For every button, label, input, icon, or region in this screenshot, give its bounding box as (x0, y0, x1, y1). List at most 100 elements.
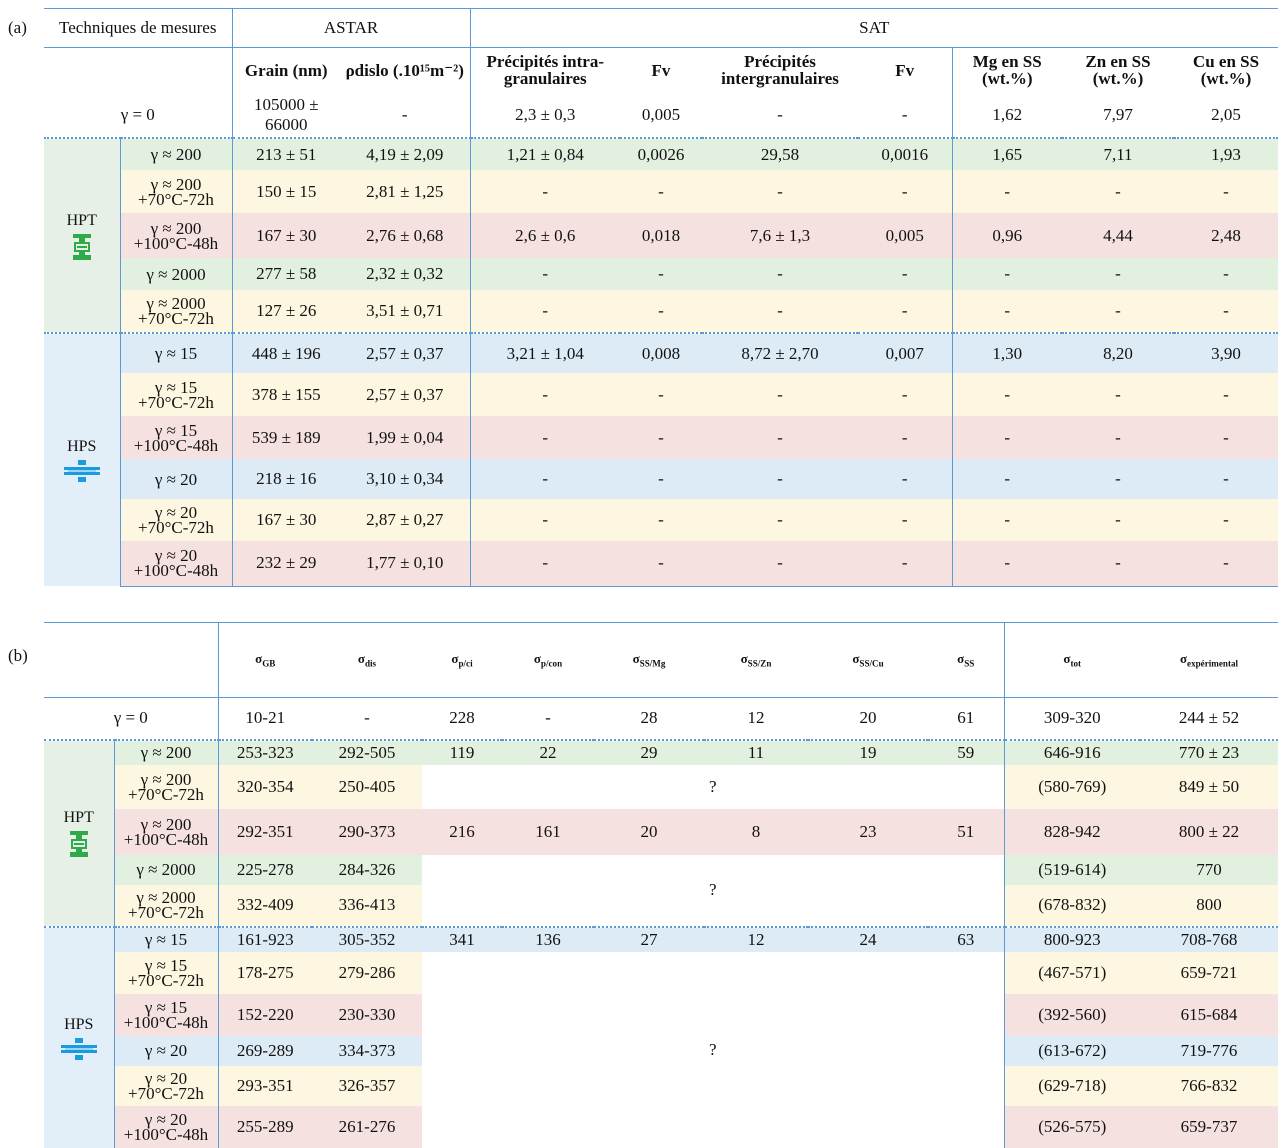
col-rho: ρdislo (.10¹⁵m⁻²) (340, 47, 470, 92)
cell: - (469, 541, 620, 587)
cell: (467-571) (1003, 951, 1140, 994)
cell: 61 (928, 697, 1004, 740)
cell: 290-373 (312, 808, 422, 855)
table-row: γ ≈ 15 +70°C-72h 178-275 279-286? (467-571) 6… (44, 951, 1278, 1148)
row-label-treatment: +70°C-72h (128, 903, 204, 922)
cell: 0,005 (858, 213, 952, 258)
header-sat: SAT (469, 8, 1278, 48)
cell: 770 (1140, 854, 1278, 885)
row-label: γ ≈ 200 (114, 738, 218, 765)
cell: - (858, 416, 952, 459)
cell: - (951, 459, 1062, 499)
cell: - (702, 373, 858, 416)
cell: 152-220 (217, 993, 312, 1036)
table-row: γ ≈ 200 +70°C-72h 320-354 250-405? (580-769)… (44, 764, 1278, 809)
cell: - (901, 104, 908, 124)
cell: 292-505 (312, 738, 422, 765)
cell: 1,21 ± 0,84 (469, 137, 620, 170)
cell: (392-560) (1003, 993, 1140, 1036)
row-label: γ ≈ 20 +70°C-72h (114, 1065, 218, 1106)
cell: 378 ± 155 (231, 373, 340, 416)
group-name: HPT (63, 809, 94, 826)
cell: 0,005 (641, 104, 681, 124)
table-row: γ ≈ 15 +100°C-48h 539 ± 189 1,99 ± 0,04- - - -… (44, 416, 1278, 459)
cell: 225-278 (217, 854, 312, 885)
row-label: γ ≈ 20 +70°C-72h (120, 499, 232, 541)
hps-press-icon (44, 1037, 113, 1060)
row-label-treatment: +70°C-72h (138, 518, 214, 537)
cell: - (1062, 373, 1174, 416)
cell: - (951, 258, 1062, 290)
row-label-strain: γ ≈ 2000 (136, 860, 196, 879)
row-label: γ ≈ 20 (114, 1035, 218, 1066)
table-row: HPT γ ≈ 200 213 ± 51 4,19 ± 2,09 1,21 ± 0,84… (44, 137, 1278, 333)
cell: 10-21 (217, 697, 312, 740)
cell: 244 ± 52 (1140, 697, 1278, 740)
row-label: γ ≈ 20 +100°C-48h (120, 541, 232, 587)
cell: (580-769) (1003, 764, 1140, 809)
unknown-marker: ? (422, 951, 1004, 1148)
cell: (526-575) (1003, 1105, 1140, 1148)
cell: - (702, 541, 858, 587)
table-row: HPT γ ≈ 200 253-323 292-505 119 22 29 11 19 59 646… (44, 738, 1278, 927)
cell: 23 (808, 808, 928, 855)
cell: - (620, 416, 702, 459)
cell: 320-354 (217, 764, 312, 809)
cell: 1,93 (1174, 137, 1278, 170)
col-grain: Grain (nm) (231, 47, 340, 92)
cell: 269-289 (217, 1035, 312, 1066)
cell: 161 (502, 808, 594, 855)
cell: - (1174, 170, 1278, 213)
row-label: γ ≈ 200 +100°C-48h (120, 213, 232, 258)
cell: - (951, 416, 1062, 459)
hps-press-icon (44, 460, 119, 482)
cell: (678-832) (1003, 884, 1140, 927)
cell: - (951, 541, 1062, 587)
cell: 11 (704, 738, 808, 765)
table-row: γ ≈ 200 +100°C-48h 292-351 290-373 216 161 20 8… (44, 808, 1278, 855)
group-cell: HPT (44, 738, 115, 927)
cell: - (469, 499, 620, 541)
table-row: γ ≈ 15 +70°C-72h 378 ± 155 2,57 ± 0,37- - - - -… (44, 373, 1278, 416)
col-sigma-dis: σdis (312, 622, 422, 698)
cell: - (312, 697, 422, 740)
header-techniques: Techniques de mesures (44, 8, 232, 48)
cell: 849 ± 50 (1140, 764, 1278, 809)
cell: 2,81 ± 1,25 (340, 170, 470, 213)
col-sigma-exp: σexpérimental (1140, 622, 1278, 698)
cell: 20 (808, 697, 928, 740)
row-label-treatment: +70°C-72h (128, 970, 204, 990)
table-row: γ = 0 10-21 - 228 - 28 12 20 61 309-320 … (44, 697, 1278, 740)
cell: 19 (808, 738, 928, 765)
cell: 63 (928, 925, 1004, 952)
cell: 28 (594, 697, 704, 740)
row-label-treatment: +70°C-72h (138, 309, 214, 328)
cell: - (858, 290, 952, 333)
group-name: HPT (66, 211, 97, 229)
col-sigma-gb: σGB (217, 622, 312, 698)
cell: 7,6 ± 1,3 (702, 213, 858, 258)
cell: 448 ± 196 (231, 332, 340, 373)
cell: - (502, 697, 594, 740)
cell: - (702, 170, 858, 213)
cell: - (620, 290, 702, 333)
cell: 2,32 ± 0,32 (340, 258, 470, 290)
cell: - (469, 290, 620, 333)
cell: 0,0026 (620, 137, 702, 170)
row-label: γ ≈ 2000 (120, 258, 232, 290)
cell: 2,48 (1174, 213, 1278, 258)
cell: 336-413 (312, 884, 422, 927)
hpt-press-icon (44, 831, 113, 857)
cell: - (1062, 459, 1174, 499)
cell: - (1174, 459, 1278, 499)
cell: - (858, 499, 952, 541)
cell: 4,19 ± 2,09 (340, 137, 470, 170)
table-row: γ = 0 105000 ± 66000 - 2,3 ± 0,3 0,005 -… (44, 92, 1278, 138)
table-row: HPS γ ≈ 15 448 ± 196 2,57 ± 0,37 3,21 ± 1,04… (44, 332, 1278, 586)
row-label: γ ≈ 200 +70°C-72h (114, 764, 218, 809)
cell: 659-721 (1140, 951, 1278, 994)
cell: - (1174, 258, 1278, 290)
cell: 250-405 (312, 764, 422, 809)
row-label: γ ≈ 200 (120, 137, 232, 170)
row-label-strain: γ ≈ 2000 (146, 264, 206, 284)
